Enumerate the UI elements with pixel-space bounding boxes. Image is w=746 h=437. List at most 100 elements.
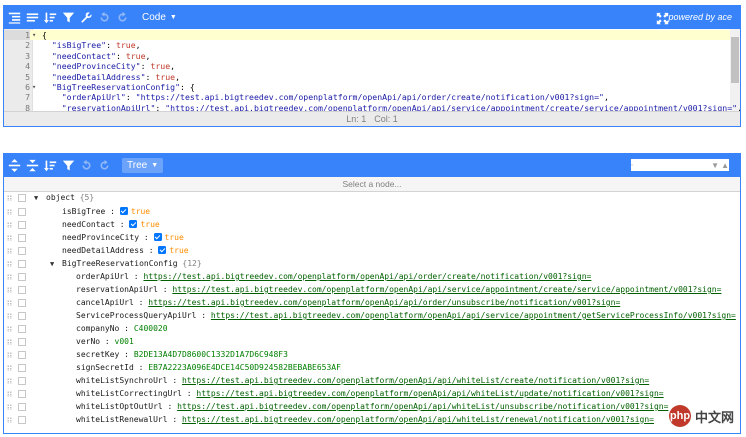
tree-row[interactable]: whiteListCorrectingUrl : https://test.ap… (4, 388, 740, 400)
drag-handle-icon[interactable] (7, 378, 12, 384)
checkbox[interactable] (158, 246, 167, 254)
tree-row[interactable]: ▼ BigTreeReservationConfig {12} (4, 258, 740, 270)
context-menu-button[interactable] (18, 286, 26, 294)
sort-icon[interactable] (42, 158, 58, 174)
context-menu-button[interactable] (18, 351, 26, 359)
fold-toggle-icon[interactable]: ▾ (32, 30, 40, 40)
tree-row[interactable]: needDetailAddress : true (4, 245, 740, 257)
context-menu-button[interactable] (18, 312, 26, 320)
url-value[interactable]: https://test.api.bigtreedev.com/openplat… (211, 311, 736, 320)
url-value[interactable]: https://test.api.bigtreedev.com/openplat… (196, 389, 663, 398)
context-menu-button[interactable] (18, 403, 26, 411)
url-value[interactable]: https://test.api.bigtreedev.com/openplat… (148, 298, 620, 307)
string-value[interactable]: B2DE13A4D7D8600C1332D1A7D6C948F3 (134, 350, 288, 359)
drag-handle-icon[interactable] (7, 195, 12, 201)
field-name[interactable]: ServiceProcessQueryApiUrl (76, 311, 196, 320)
context-menu-button[interactable] (18, 299, 26, 307)
context-menu-button[interactable] (18, 377, 26, 385)
field-name[interactable]: signSecretId (76, 363, 134, 372)
field-name[interactable]: cancelApiUrl (76, 298, 134, 307)
context-menu-button[interactable] (18, 260, 26, 268)
tree-row[interactable]: whiteListOptOutUrl : https://test.api.bi… (4, 401, 740, 413)
field-name[interactable]: whiteListCorrectingUrl (76, 389, 182, 398)
drag-handle-icon[interactable] (7, 339, 12, 345)
tree-row[interactable]: needProvinceCity : true (4, 232, 740, 244)
tree-row[interactable]: isBigTree : true (4, 206, 740, 218)
field-name[interactable]: secretKey (76, 350, 119, 359)
boolean-field-value[interactable]: true (129, 220, 160, 229)
drag-handle-icon[interactable] (7, 417, 12, 423)
drag-handle-icon[interactable] (7, 209, 12, 215)
format-icon[interactable] (6, 10, 22, 26)
boolean-field-value[interactable]: true (119, 207, 150, 216)
tree-row[interactable]: cancelApiUrl : https://test.api.bigtreed… (4, 297, 740, 309)
tree-row[interactable]: whiteListRenewalUrl : https://test.api.b… (4, 414, 740, 426)
drag-handle-icon[interactable] (7, 404, 12, 410)
search-input[interactable] (633, 159, 710, 171)
drag-handle-icon[interactable] (7, 365, 12, 371)
drag-handle-icon[interactable] (7, 326, 12, 332)
string-value[interactable]: EB7A2223A096E4DCE14C50D924582BEBABE653AF (148, 363, 341, 372)
tree-row[interactable]: reservationApiUrl : https://test.api.big… (4, 284, 740, 296)
mode-dropdown-code[interactable]: Code ▼ (142, 12, 177, 23)
context-menu-button[interactable] (18, 221, 26, 229)
context-menu-button[interactable] (18, 234, 26, 242)
checkbox[interactable] (153, 233, 162, 241)
drag-handle-icon[interactable] (7, 287, 12, 293)
filter-icon[interactable] (60, 10, 76, 26)
drag-handle-icon[interactable] (7, 313, 12, 319)
context-menu-button[interactable] (18, 194, 26, 202)
field-name[interactable]: companyNo (76, 324, 119, 333)
url-value[interactable]: https://test.api.bigtreedev.com/openplat… (182, 415, 654, 424)
tree-row-root[interactable]: ▼ object {5} (4, 192, 740, 204)
tree-row[interactable]: needContact : true (4, 219, 740, 231)
search-prev-icon[interactable]: ▲ (721, 161, 729, 170)
string-value[interactable]: v001 (115, 337, 134, 346)
context-menu-button[interactable] (18, 390, 26, 398)
drag-handle-icon[interactable] (7, 235, 12, 241)
context-menu-button[interactable] (18, 325, 26, 333)
redo-icon[interactable] (114, 10, 130, 26)
context-menu-button[interactable] (18, 364, 26, 372)
field-name[interactable]: needProvinceCity (62, 233, 139, 242)
tree-row[interactable]: ServiceProcessQueryApiUrl : https://test… (4, 310, 740, 322)
field-name[interactable]: BigTreeReservationConfig (62, 259, 178, 268)
tree-row[interactable]: secretKey : B2DE13A4D7D8600C1332D1A7D6C9… (4, 349, 740, 361)
code-line[interactable]: 5 "needDetailAddress": true, (4, 72, 730, 82)
drag-handle-icon[interactable] (7, 261, 12, 267)
tree-row[interactable]: verNo : v001 (4, 336, 740, 348)
compact-icon[interactable] (24, 10, 40, 26)
drag-handle-icon[interactable] (7, 274, 12, 280)
fold-toggle-icon[interactable]: ▾ (32, 82, 40, 92)
filter-icon[interactable] (60, 158, 76, 174)
tree-row[interactable]: companyNo : C400020 (4, 323, 740, 335)
url-value[interactable]: https://test.api.bigtreedev.com/openplat… (143, 272, 591, 281)
tree-row[interactable]: signSecretId : EB7A2223A096E4DCE14C50D92… (4, 362, 740, 374)
context-menu-button[interactable] (18, 338, 26, 346)
string-value[interactable]: C400020 (134, 324, 168, 333)
drag-handle-icon[interactable] (7, 391, 12, 397)
mode-dropdown-tree[interactable]: Tree ▼ (122, 158, 164, 173)
boolean-field-value[interactable]: true (153, 233, 184, 242)
field-name[interactable]: needContact (62, 220, 115, 229)
expand-all-icon[interactable] (6, 158, 22, 174)
code-line[interactable]: 2 "isBigTree": true, (4, 40, 730, 50)
code-line[interactable]: 3 "needContact": true, (4, 51, 730, 61)
field-name[interactable]: whiteListSynchroUrl (76, 376, 168, 385)
search-next-icon[interactable]: ▼ (711, 161, 719, 170)
url-value[interactable]: https://test.api.bigtreedev.com/openplat… (182, 376, 649, 385)
tree-row[interactable]: whiteListSynchroUrl : https://test.api.b… (4, 375, 740, 387)
undo-icon[interactable] (78, 158, 94, 174)
field-name[interactable]: needDetailAddress (62, 246, 144, 255)
field-name[interactable]: verNo (76, 337, 100, 346)
context-menu-button[interactable] (18, 273, 26, 281)
context-menu-button[interactable] (18, 247, 26, 255)
vertical-scrollbar[interactable] (730, 29, 740, 113)
repair-icon[interactable] (78, 10, 94, 26)
tree-row[interactable]: orderApiUrl : https://test.api.bigtreede… (4, 271, 740, 283)
context-menu-button[interactable] (18, 208, 26, 216)
checkbox[interactable] (119, 207, 128, 215)
code-line[interactable]: 6 ▾ "BigTreeReservationConfig": { (4, 82, 730, 92)
code-line[interactable]: 1 ▾{ (4, 30, 730, 41)
code-line[interactable]: 7 "orderApiUrl": "https://test.api.bigtr… (4, 92, 730, 102)
